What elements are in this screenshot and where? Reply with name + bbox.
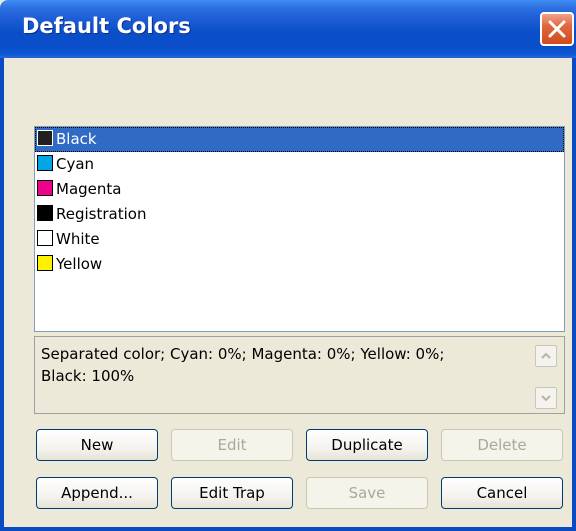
append-button[interactable]: Append... xyxy=(36,477,158,509)
dialog-title: Default Colors xyxy=(22,14,191,38)
list-item-label: Cyan xyxy=(56,155,95,173)
color-swatch-magenta xyxy=(37,180,53,196)
chevron-down-icon xyxy=(541,395,551,402)
list-item-label: Black xyxy=(56,130,97,148)
close-icon xyxy=(548,20,566,38)
list-item-black[interactable]: Black xyxy=(35,127,564,152)
list-item-yellow[interactable]: Yellow xyxy=(35,252,564,277)
delete-button[interactable]: Delete xyxy=(441,429,563,461)
list-item-label: White xyxy=(56,230,100,248)
title-bar[interactable]: Default Colors xyxy=(0,0,576,58)
colors-list[interactable]: Black Cyan Magenta Registration White Ye… xyxy=(34,126,565,332)
color-swatch-black xyxy=(37,130,53,146)
list-item-magenta[interactable]: Magenta xyxy=(35,177,564,202)
color-swatch-yellow xyxy=(37,255,53,271)
window-frame-right xyxy=(572,58,576,531)
window-frame-bottom xyxy=(0,527,576,531)
new-button[interactable]: New xyxy=(36,429,158,461)
color-swatch-registration xyxy=(37,205,53,221)
list-item-label: Magenta xyxy=(56,180,122,198)
duplicate-button[interactable]: Duplicate xyxy=(306,429,428,461)
window-frame-left xyxy=(0,58,4,531)
list-item-cyan[interactable]: Cyan xyxy=(35,152,564,177)
close-button[interactable] xyxy=(540,12,574,46)
color-swatch-cyan xyxy=(37,155,53,171)
info-line-2: Black: 100% xyxy=(41,367,135,385)
list-item-white[interactable]: White xyxy=(35,227,564,252)
info-line-1: Separated color; Cyan: 0%; Magenta: 0%; … xyxy=(41,345,445,363)
scroll-down-button[interactable] xyxy=(535,387,557,409)
save-button[interactable]: Save xyxy=(306,477,428,509)
edit-button[interactable]: Edit xyxy=(171,429,293,461)
color-swatch-white xyxy=(37,230,53,246)
edit-trap-button[interactable]: Edit Trap xyxy=(171,477,293,509)
list-item-registration[interactable]: Registration xyxy=(35,202,564,227)
default-colors-dialog: Default Colors Black Cyan Magenta Regist… xyxy=(0,0,576,531)
cancel-button[interactable]: Cancel xyxy=(441,477,563,509)
list-item-label: Registration xyxy=(56,205,147,223)
list-item-label: Yellow xyxy=(56,255,103,273)
chevron-up-icon xyxy=(541,352,551,359)
color-info-box: Separated color; Cyan: 0%; Magenta: 0%; … xyxy=(34,336,565,414)
scroll-up-button[interactable] xyxy=(535,345,557,367)
color-description: Separated color; Cyan: 0%; Magenta: 0%; … xyxy=(41,343,521,387)
